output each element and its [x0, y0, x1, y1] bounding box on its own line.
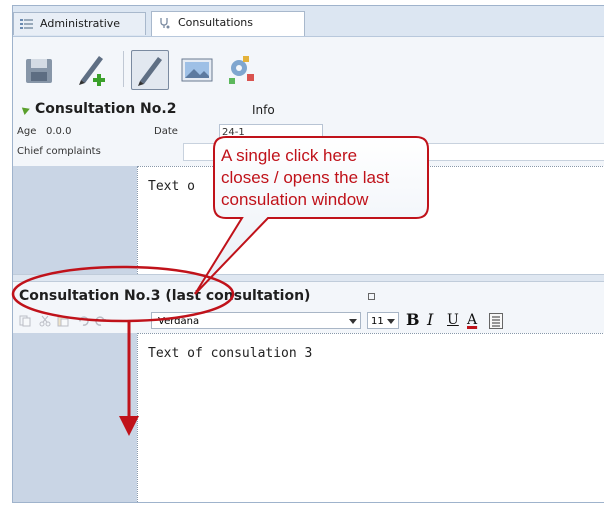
pin-icon[interactable]	[368, 293, 375, 300]
edit-button[interactable]	[131, 50, 169, 90]
consultation2-title: Consultation No.2	[35, 101, 177, 117]
consultation3-title[interactable]: Consultation No.3 (last consultation)	[19, 288, 310, 304]
collapse-arrow-icon[interactable]	[21, 105, 32, 115]
tools-icon	[229, 56, 254, 84]
italic-button[interactable]: I	[427, 310, 433, 329]
consultation3-pane: Text of consulation 3	[13, 333, 604, 502]
redo-icon[interactable]	[95, 315, 107, 327]
font-size-value: 11	[371, 316, 384, 327]
callout-line-1: A single click here	[221, 146, 358, 165]
image-viewer-button[interactable]	[179, 50, 217, 90]
new-consultation-icon	[79, 56, 105, 86]
consultation3-header[interactable]: Consultation No.3 (last consultation)	[13, 282, 604, 310]
format-toolbar: Verdana 11 B I U A	[13, 310, 604, 332]
callout-line-2: closes / opens the last	[221, 168, 390, 187]
bold-button[interactable]: B	[406, 310, 420, 329]
consultation2-text: Text o	[148, 179, 195, 194]
consultation-toolbar	[13, 37, 604, 97]
tab-consultations[interactable]: Consultations	[151, 11, 305, 36]
underline-button[interactable]: U	[447, 312, 459, 328]
font-family-select[interactable]: Verdana	[151, 312, 361, 329]
date-value: 24-1	[222, 127, 245, 138]
save-icon	[26, 59, 52, 83]
align-icon[interactable]	[489, 313, 503, 329]
chief-complaints-label: Chief complaints	[17, 146, 101, 157]
info-link[interactable]: Info	[252, 103, 275, 117]
image-viewer-icon	[181, 58, 213, 82]
cut-icon[interactable]	[39, 315, 51, 327]
pane-splitter[interactable]	[13, 274, 604, 282]
copy-icon[interactable]	[19, 315, 31, 327]
tab-consultations-label: Consultations	[178, 16, 253, 29]
consultation3-side-column	[13, 333, 137, 502]
date-label: Date	[154, 126, 178, 137]
consultations-window: Administrative Consultations Consultatio…	[12, 5, 604, 503]
new-consultation-button[interactable]	[73, 50, 111, 90]
consultation2-side-column	[13, 166, 137, 274]
tab-administrative[interactable]: Administrative	[13, 12, 146, 35]
undo-icon[interactable]	[77, 315, 89, 327]
edit-icon	[138, 57, 162, 86]
list-icon	[20, 19, 33, 29]
chevron-down-icon	[387, 319, 395, 324]
font-family-value: Verdana	[158, 316, 200, 327]
save-button[interactable]	[21, 50, 59, 90]
callout-line-3: consulation window	[221, 190, 369, 209]
consultation3-text: Text of consulation 3	[148, 346, 313, 361]
tab-administrative-label: Administrative	[40, 17, 121, 30]
tab-bar: Administrative Consultations	[13, 6, 604, 37]
stethoscope-icon	[160, 18, 170, 29]
callout-text: A single click here closes / opens the l…	[221, 145, 416, 211]
age-value: 0.0.0	[46, 126, 72, 137]
font-size-select[interactable]: 11	[367, 312, 399, 329]
consultation2-header: Consultation No.2 Info	[13, 99, 604, 121]
consultation3-text-editor[interactable]: Text of consulation 3	[137, 333, 604, 502]
tools-button[interactable]	[223, 50, 261, 90]
age-label: Age	[17, 126, 37, 137]
date-field[interactable]: 24-1	[219, 124, 323, 142]
toolbar-separator	[123, 51, 124, 87]
chevron-down-icon	[349, 319, 357, 324]
font-color-button[interactable]: A	[467, 312, 477, 328]
paste-icon[interactable]	[57, 315, 69, 327]
